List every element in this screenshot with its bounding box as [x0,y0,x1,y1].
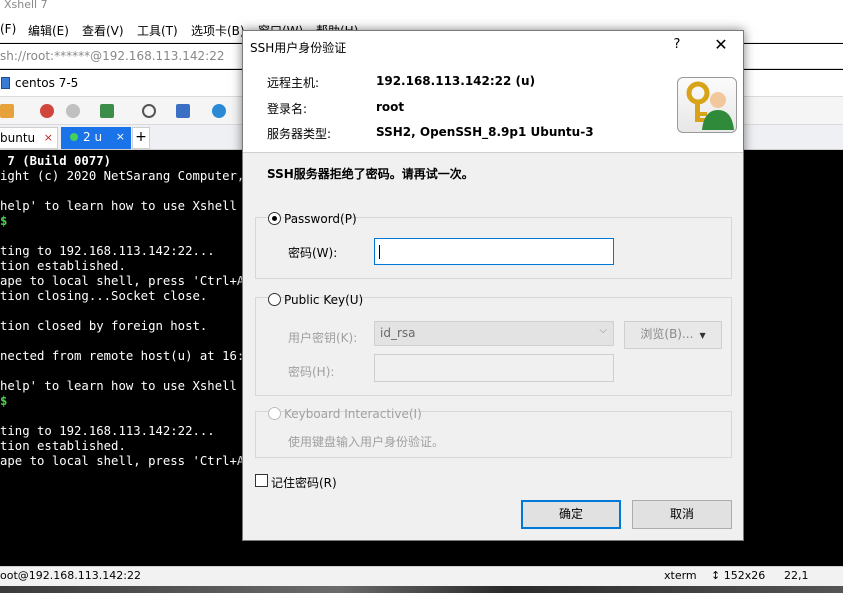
keyboard-interactive-radio[interactable] [268,407,281,420]
disconnect-icon[interactable] [66,104,80,118]
terminal-line: help' to learn how to use Xshell p [0,199,252,213]
terminal-line: tion established. [0,439,126,453]
terminal-line: ight (c) 2020 NetSarang Computer, Inc [0,169,274,183]
connection-info: 远程主机: 192.168.113.142:22 (u) 登录名: root 服… [243,61,743,153]
public-key-radio[interactable] [268,293,281,306]
chevron-down-icon: ⌵ [599,325,607,336]
status-bar: oot@192.168.113.142:22 xterm ↕ 152x26 22… [0,566,843,586]
globe-icon[interactable] [212,104,226,118]
browse-button[interactable]: 浏览(B)... ▼ [624,321,722,349]
terminal-line: $ [0,214,8,228]
terminal-line: ting to 192.168.113.142:22... [0,424,215,438]
properties-icon[interactable] [100,104,114,118]
password-input[interactable] [374,238,614,265]
tab-active[interactable]: 2 u × [61,127,131,149]
folder-icon[interactable] [0,104,14,118]
tab-label: buntu [0,131,36,145]
password-field-label: 密码(W): [288,246,338,260]
connect-icon[interactable] [40,104,54,118]
key-user-icon [677,77,737,133]
server-type-label: 服务器类型: [267,127,332,141]
user-label: 登录名: [267,102,308,116]
add-tab-button[interactable]: + [132,127,150,149]
terminal-line: ape to local shell, press 'Ctrl+Al [0,274,252,288]
password-radio-label[interactable]: Password(P) [284,212,357,226]
session-name[interactable]: centos 7-5 [15,76,78,90]
terminal-line: tion closing...Socket close. [0,289,208,303]
help-icon[interactable]: ? [669,37,685,52]
status-size: ↕ 152x26 [711,569,766,582]
error-message: SSH服务器拒绝了密码。请再试一次。 [267,167,474,181]
dropdown-arrow-icon: ▼ [699,331,706,340]
remember-password-label[interactable]: 记住密码(R) [271,474,337,491]
window-title: Xshell 7 [0,0,843,16]
browse-button-label: 浏览(B)... [640,327,694,341]
key-passphrase-input[interactable] [374,354,614,382]
keyboard-interactive-desc: 使用键盘输入用户身份验证。 [288,435,445,449]
text-caret [379,245,380,259]
menu-tools[interactable]: 工具(T) [137,22,178,39]
user-key-label: 用户密钥(K): [288,331,358,345]
terminal-line: ting to 192.168.113.142:22... [0,244,215,258]
status-connection: oot@192.168.113.142:22 [0,569,141,582]
status-cursor: 22,1 [784,569,809,582]
menu-tabs[interactable]: 选项卡(B) [191,22,245,39]
keyboard-interactive-label[interactable]: Keyboard Interactive(I) [284,407,422,421]
key-passphrase-label: 密码(H): [288,365,335,379]
terminal-line: ape to local shell, press 'Ctrl+Al [0,454,252,468]
terminal-line: nected from remote host(u) at 16:5 [0,349,252,363]
tab-label: 2 u [83,130,103,144]
menu-file[interactable]: (F) [0,22,16,36]
terminal-line: tion established. [0,259,126,273]
terminal-line: $ [0,394,8,408]
server-type-value: SSH2, OpenSSH_8.9p1 Ubuntu-3 [376,125,594,139]
menu-edit[interactable]: 编辑(E) [28,22,69,39]
search-icon[interactable] [142,104,156,118]
close-icon[interactable]: ✕ [711,35,731,54]
connected-dot-icon [70,133,78,141]
tab-ubuntu[interactable]: buntu × [0,127,58,149]
session-icon [1,77,10,89]
user-key-select[interactable]: id_rsa ⌵ [374,321,614,346]
dialog-title: SSH用户身份验证 [250,41,347,55]
tab-close-icon[interactable]: × [116,127,125,147]
terminal-line: 7 (Build 0077) [0,154,112,168]
menu-view[interactable]: 查看(V) [82,22,124,39]
public-key-radio-label[interactable]: Public Key(U) [284,293,363,307]
host-value: 192.168.113.142:22 (u) [376,74,536,88]
remember-password-checkbox[interactable] [255,474,268,487]
user-key-value: id_rsa [380,326,416,340]
password-radio[interactable] [268,212,281,225]
tab-close-icon[interactable]: × [44,128,53,148]
address-text[interactable]: sh://root:******@192.168.113.142:22 [0,49,224,63]
terminal-line: tion closed by foreign host. [0,319,208,333]
user-value: root [376,100,405,114]
ssh-auth-dialog: SSH用户身份验证 ? ✕ 远程主机: 192.168.113.142:22 (… [242,30,744,541]
layout-icon[interactable] [176,104,190,118]
ok-button[interactable]: 确定 [521,500,621,529]
host-label: 远程主机: [267,76,320,90]
dialog-titlebar: SSH用户身份验证 ? ✕ [243,31,743,61]
desktop-strip [0,586,843,593]
terminal-line: help' to learn how to use Xshell p [0,379,252,393]
status-term: xterm [664,569,697,582]
cancel-button[interactable]: 取消 [632,500,732,529]
